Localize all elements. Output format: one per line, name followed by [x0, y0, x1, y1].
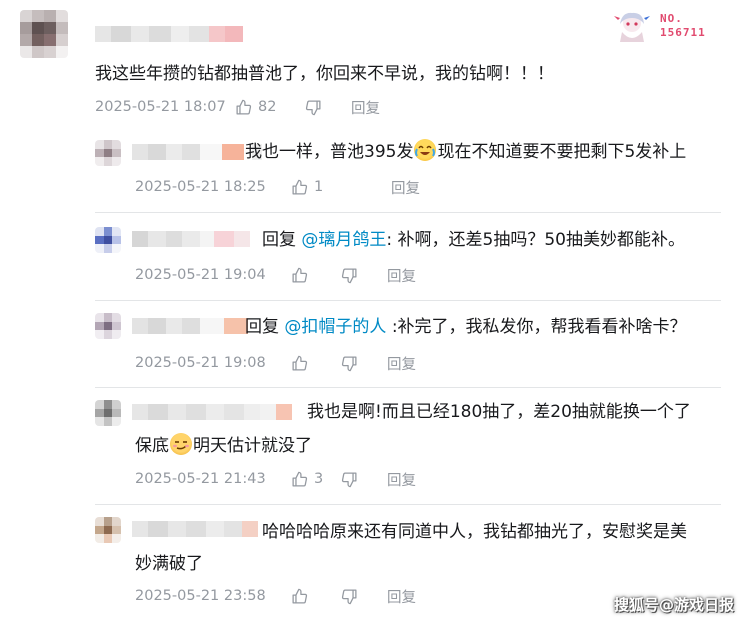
- reply-text: 我也一样，普池395发 现在不知道要不要把剩下5发补上: [245, 138, 686, 166]
- comment-text: 我这些年攒的钻都抽普池了，你回来不早说，我的钻啊！！！: [95, 64, 554, 84]
- dislike-button[interactable]: [341, 267, 387, 284]
- reply-time: 2025-05-21 19:08: [135, 355, 266, 371]
- thumbs-down-icon: [341, 267, 357, 283]
- avatar[interactable]: [95, 140, 121, 166]
- reply-time: 2025-05-21 19:04: [135, 267, 266, 283]
- anime-character-icon: [614, 12, 650, 42]
- like-button[interactable]: 82: [235, 99, 305, 116]
- dislike-button[interactable]: [341, 355, 387, 372]
- dislike-button[interactable]: [341, 471, 387, 488]
- reply-meta: 2025-05-21 23:58 回复: [135, 586, 416, 606]
- reply-button[interactable]: 回复: [387, 265, 416, 286]
- reply-text-line1: 哈哈哈哈原来还有同道中人，我钻都抽光了，安慰奖是美: [262, 522, 687, 542]
- reply-button[interactable]: 回复: [351, 97, 380, 118]
- reply-prefix: 回复: [262, 230, 296, 250]
- reply-button[interactable]: 回复: [387, 586, 416, 607]
- reply-button[interactable]: 回复: [391, 177, 420, 198]
- like-count: 1: [314, 179, 324, 195]
- reply-text-part: : 补啊，还差5抽吗？50抽美妙都能补。: [386, 230, 685, 250]
- divider: [95, 212, 721, 213]
- like-button[interactable]: 3: [291, 471, 341, 488]
- mention-link[interactable]: @璃月鸽王: [301, 230, 386, 250]
- thumbs-up-icon: [292, 267, 308, 283]
- reply-button[interactable]: 回复: [387, 353, 416, 374]
- thumbs-up-icon: [292, 588, 308, 604]
- avatar[interactable]: [95, 313, 121, 339]
- like-button[interactable]: [291, 588, 341, 605]
- reply-meta: 2025-05-21 19:04 回复: [135, 265, 416, 285]
- comment-time: 2025-05-21 18:07: [95, 99, 226, 115]
- thumbs-down-icon: [341, 588, 357, 604]
- reply-text: 回复 @璃月鸽王: 补啊，还差5抽吗？50抽美妙都能补。: [262, 226, 685, 254]
- like-button[interactable]: 1: [291, 179, 391, 196]
- reply-meta: 2025-05-21 21:43 3 回复: [135, 469, 416, 489]
- reply-meta: 2025-05-21 19:08 回复: [135, 353, 416, 373]
- laugh-cry-emoji: [414, 139, 437, 161]
- divider: [95, 504, 721, 505]
- thumbs-up-icon: [292, 355, 308, 371]
- username-blurred[interactable]: [132, 318, 248, 334]
- username-blurred[interactable]: [132, 404, 292, 420]
- thumbs-down-icon: [341, 355, 357, 371]
- badge-value: 156711: [660, 26, 706, 39]
- mention-link[interactable]: @扣帽子的人: [284, 317, 386, 337]
- username-blurred[interactable]: [132, 144, 262, 160]
- comment-meta: 2025-05-21 18:07 82 回复: [95, 97, 380, 117]
- reply-text: 回复 @扣帽子的人 :补完了，我私发你，帮我看看补啥卡？: [245, 313, 687, 341]
- dislike-button[interactable]: [305, 99, 351, 116]
- reply-meta: 2025-05-21 18:25 1 回复: [135, 177, 420, 197]
- badge-label: NO.: [660, 12, 683, 25]
- reply-text-part: 保底: [135, 436, 169, 456]
- thumbs-up-icon: [236, 99, 252, 115]
- username-blurred[interactable]: [132, 521, 258, 537]
- reply-text-line1: 我也是啊!而且已经180抽了，差20抽就能换一个了: [307, 402, 691, 422]
- reply-button[interactable]: 回复: [387, 469, 416, 490]
- reply-prefix: 回复: [245, 317, 279, 337]
- reply-text-part: 我也一样，普池395发: [245, 142, 414, 162]
- thumbs-down-icon: [305, 99, 321, 115]
- reply-text-part: :补完了，我私发你，帮我看看补啥卡？: [391, 317, 687, 337]
- avatar[interactable]: [95, 227, 121, 253]
- badge-number: NO. 156711: [660, 12, 706, 40]
- smug-emoji: [170, 433, 192, 455]
- reply-text-line2: 妙满破了: [135, 554, 203, 574]
- reply-time: 2025-05-21 23:58: [135, 588, 266, 604]
- avatar[interactable]: [95, 517, 121, 543]
- like-count: 3: [314, 471, 324, 487]
- like-count: 82: [258, 99, 277, 115]
- reply-text-line2: 保底 明天估计就没了: [135, 432, 312, 460]
- reply-text-part: 明天估计就没了: [193, 436, 312, 456]
- reply-text-part: 现在不知道要不要把剩下5发补上: [437, 142, 687, 162]
- watermark: 搜狐号@游戏日报: [614, 596, 735, 614]
- like-button[interactable]: [291, 267, 341, 284]
- reply-time: 2025-05-21 18:25: [135, 179, 266, 195]
- username-blurred[interactable]: [95, 26, 243, 42]
- reply-time: 2025-05-21 21:43: [135, 471, 266, 487]
- username-blurred[interactable]: [132, 231, 250, 247]
- divider: [95, 300, 721, 301]
- thumbs-down-icon: [341, 471, 357, 487]
- like-button[interactable]: [291, 355, 341, 372]
- thumbs-up-icon: [292, 179, 308, 195]
- dislike-button[interactable]: [341, 588, 387, 605]
- avatar[interactable]: [95, 400, 121, 426]
- thumbs-up-icon: [292, 471, 308, 487]
- fan-badge: NO. 156711: [612, 10, 712, 44]
- divider: [95, 387, 721, 388]
- avatar[interactable]: [20, 10, 68, 58]
